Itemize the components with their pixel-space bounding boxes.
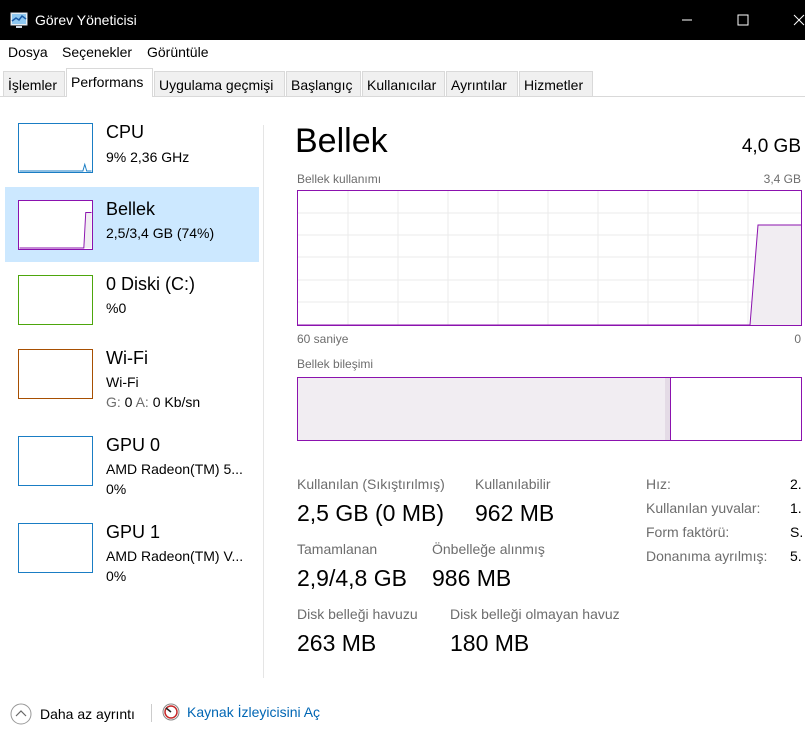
resource-title: 0 Diski (C:) bbox=[106, 274, 195, 294]
resource-title: Wi-Fi bbox=[106, 348, 148, 368]
paged-pool-value: 263 MB bbox=[297, 630, 377, 656]
committed-label: Tamamlanan bbox=[297, 541, 378, 557]
resource-wifi[interactable]: Wi-Fi Wi-Fi G: 0 A: 0 Kb/sn bbox=[5, 336, 259, 411]
wifi-thumbnail bbox=[18, 349, 93, 399]
resource-title: CPU bbox=[106, 122, 145, 142]
slots-value: 1. bbox=[790, 500, 802, 516]
gpu1-thumbnail bbox=[18, 523, 93, 573]
resource-gpu0[interactable]: GPU 0 AMD Radeon(TM) 5... 0% bbox=[5, 423, 259, 498]
speed-label: Hız: bbox=[646, 476, 671, 492]
cpu-thumbnail bbox=[18, 123, 93, 173]
bottom-separator bbox=[151, 704, 152, 722]
nonpaged-pool-label: Disk belleği olmayan havuz bbox=[450, 606, 620, 622]
fewer-details-label: Daha az ayrıntı bbox=[40, 706, 135, 722]
graph-label: Bellek kullanımı bbox=[297, 172, 382, 186]
slots-label: Kullanılan yuvalar: bbox=[646, 500, 761, 516]
form-factor-value: S. bbox=[790, 524, 804, 540]
tab-startup[interactable]: Başlangıç bbox=[286, 71, 361, 96]
tab-details[interactable]: Ayrıntılar bbox=[446, 71, 518, 96]
tab-performance[interactable]: Performans bbox=[66, 68, 153, 97]
resource-subtitle: AMD Radeon(TM) V... bbox=[106, 548, 244, 564]
resource-usage: 0% bbox=[106, 481, 127, 497]
panel-divider bbox=[263, 125, 264, 678]
memory-thumbnail bbox=[18, 200, 93, 250]
hardware-reserved-label: Donanıma ayrılmış: bbox=[646, 548, 768, 564]
resource-memory[interactable]: Bellek 2,5/3,4 GB (74%) bbox=[5, 187, 259, 262]
maximize-icon bbox=[737, 14, 749, 26]
usage-area bbox=[750, 225, 801, 325]
send-value: 0 bbox=[124, 394, 133, 410]
cached-value: 986 MB bbox=[432, 565, 512, 591]
maximize-button[interactable] bbox=[720, 0, 766, 40]
minimize-icon bbox=[682, 19, 692, 21]
graph-zero-label: 0 bbox=[794, 332, 801, 346]
fewer-details-button[interactable]: Daha az ayrıntı bbox=[10, 703, 135, 725]
resource-gpu1[interactable]: GPU 1 AMD Radeon(TM) V... 0% bbox=[5, 510, 259, 585]
resource-disk[interactable]: 0 Diski (C:) %0 bbox=[5, 262, 259, 337]
graph-time-label: 60 saniye bbox=[297, 332, 349, 346]
resource-subtitle: 2,5/3,4 GB (74%) bbox=[106, 225, 215, 241]
close-icon bbox=[793, 14, 805, 26]
resource-usage: 0% bbox=[106, 568, 127, 584]
wifi-throughput: G: 0 A: 0 Kb/sn bbox=[106, 394, 200, 410]
menu-view[interactable]: Görüntüle bbox=[147, 44, 208, 60]
menu-file[interactable]: Dosya bbox=[8, 44, 48, 60]
form-factor-label: Form faktörü: bbox=[646, 524, 730, 540]
resource-title: GPU 0 bbox=[106, 435, 161, 455]
resource-list: CPU 9% 2,36 GHz Bellek 2,5/3,4 GB (74%) … bbox=[0, 110, 262, 680]
disk-thumbnail bbox=[18, 275, 93, 325]
available-label: Kullanılabilir bbox=[475, 476, 551, 492]
gpu0-thumbnail bbox=[18, 436, 93, 486]
open-resource-monitor-link[interactable]: Kaynak İzleyicisini Aç bbox=[162, 703, 320, 721]
in-use-value: 2,5 GB (0 MB) bbox=[297, 500, 444, 526]
memory-usage-chart bbox=[298, 191, 801, 325]
tab-processes[interactable]: İşlemler bbox=[3, 71, 65, 96]
detail-title: Bellek bbox=[295, 122, 388, 160]
composition-label: Bellek bileşimi bbox=[297, 357, 374, 371]
hardware-reserved-value: 5. bbox=[790, 548, 802, 564]
resource-monitor-label: Kaynak İzleyicisini Aç bbox=[187, 704, 321, 720]
receive-label: A: bbox=[135, 394, 149, 410]
nonpaged-pool-value: 180 MB bbox=[450, 630, 530, 656]
usage-line bbox=[298, 224, 801, 325]
resource-title: GPU 1 bbox=[106, 522, 161, 542]
tab-users[interactable]: Kullanıcılar bbox=[362, 71, 445, 96]
composition-in-use bbox=[298, 378, 665, 440]
resource-subtitle: 9% 2,36 GHz bbox=[106, 149, 190, 165]
tab-services[interactable]: Hizmetler bbox=[519, 71, 593, 96]
resource-subtitle: %0 bbox=[106, 300, 127, 316]
bottom-bar: Daha az ayrıntı Kaynak İzleyicisini Aç bbox=[0, 690, 805, 737]
available-value: 962 MB bbox=[475, 500, 555, 526]
resource-subtitle: AMD Radeon(TM) 5... bbox=[106, 461, 243, 477]
memory-total: 4,0 GB bbox=[741, 136, 801, 157]
receive-value: 0 Kb/sn bbox=[152, 394, 201, 410]
resource-title: Bellek bbox=[106, 199, 156, 219]
graph-max: 3,4 GB bbox=[763, 172, 801, 186]
memory-usage-graph bbox=[297, 190, 802, 326]
resource-monitor-icon bbox=[162, 703, 180, 721]
speed-value: 2. bbox=[790, 476, 802, 492]
resource-cpu[interactable]: CPU 9% 2,36 GHz bbox=[5, 110, 259, 185]
resource-subtitle: Wi-Fi bbox=[106, 374, 139, 390]
tab-app-history[interactable]: Uygulama geçmişi bbox=[154, 71, 285, 96]
send-label: G: bbox=[106, 394, 121, 410]
composition-modified bbox=[665, 378, 671, 440]
committed-value: 2,9/4,8 GB bbox=[297, 565, 407, 591]
minimize-button[interactable] bbox=[664, 0, 710, 40]
task-manager-icon bbox=[10, 12, 28, 28]
menu-bar: Dosya Seçenekler Görüntüle bbox=[0, 40, 805, 66]
tab-strip: İşlemler Performans Uygulama geçmişi Baş… bbox=[0, 68, 805, 97]
window-title: Görev Yöneticisi bbox=[35, 12, 137, 28]
chevron-up-icon bbox=[10, 703, 32, 725]
menu-options[interactable]: Seçenekler bbox=[62, 44, 132, 60]
paged-pool-label: Disk belleği havuzu bbox=[297, 606, 418, 622]
cached-label: Önbelleğe alınmış bbox=[432, 541, 545, 557]
close-button[interactable] bbox=[776, 0, 805, 40]
title-bar: Görev Yöneticisi bbox=[0, 0, 805, 40]
in-use-label: Kullanılan (Sıkıştırılmış) bbox=[297, 476, 445, 492]
memory-composition-bar bbox=[297, 377, 802, 441]
